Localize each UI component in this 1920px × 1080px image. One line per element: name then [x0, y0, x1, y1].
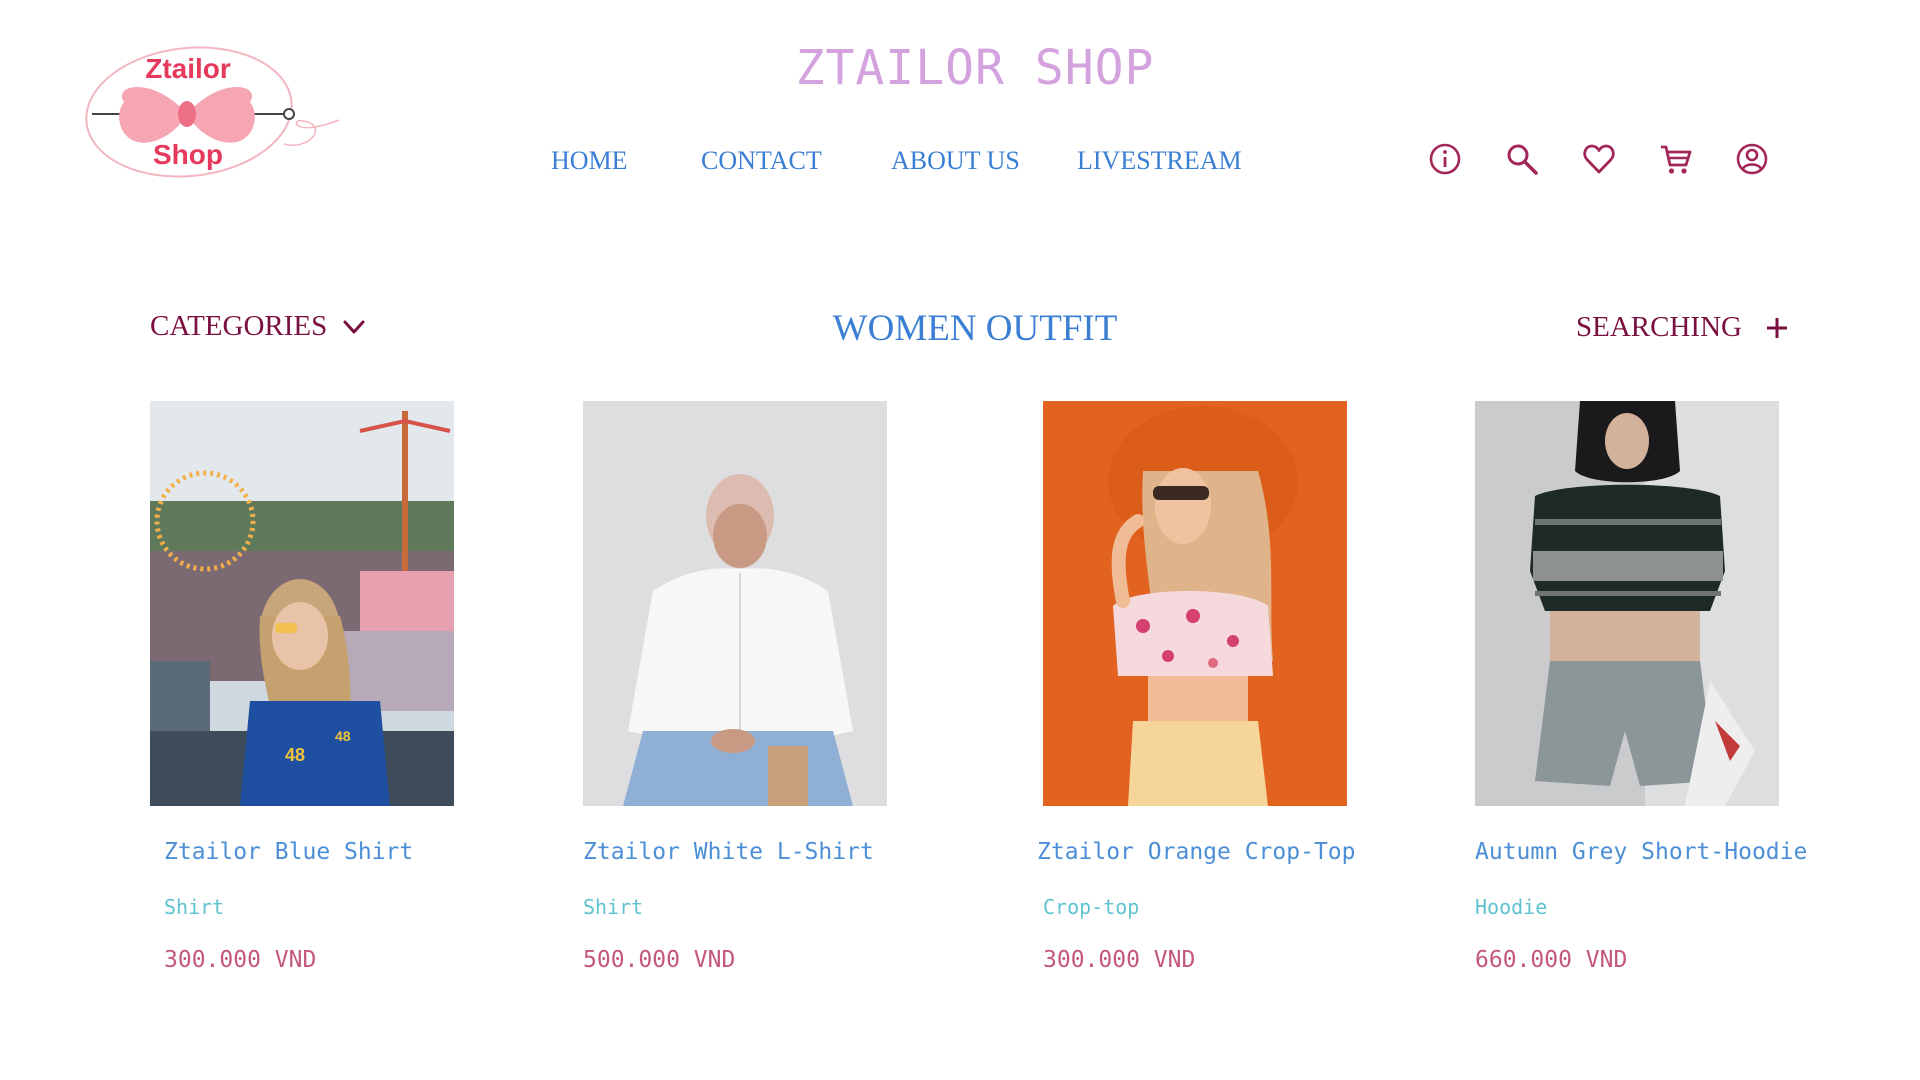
info-icon[interactable] [1427, 141, 1463, 177]
product-image[interactable]: 48 48 [150, 401, 454, 806]
searching-toggle[interactable]: SEARCHING [1576, 311, 1790, 344]
nav-livestream-link[interactable]: LIVESTREAM [1077, 146, 1242, 176]
plus-icon [1764, 315, 1790, 341]
search-icon[interactable] [1504, 141, 1540, 177]
svg-text:48: 48 [285, 745, 305, 765]
heart-icon[interactable] [1581, 141, 1617, 177]
product-name[interactable]: Ztailor Orange Crop-Top [1037, 839, 1356, 865]
product-price: 300.000 VND [1043, 947, 1196, 973]
product-name[interactable]: Ztailor Blue Shirt [164, 839, 413, 865]
searching-label: SEARCHING [1576, 311, 1742, 343]
product-card[interactable]: Autumn Grey Short-Hoodie Hoodie 660.000 … [1475, 401, 1825, 973]
nav-contact-link[interactable]: CONTACT [701, 146, 822, 176]
nav-home-link[interactable]: HOME [551, 146, 628, 176]
product-price: 500.000 VND [583, 947, 736, 973]
site-title: ZTAILOR SHOP [795, 40, 1155, 96]
nav-about-link[interactable]: ABOUT US [891, 146, 1020, 176]
product-card[interactable]: Ztailor Orange Crop-Top Crop-top 300.000… [1037, 401, 1393, 973]
product-price: 300.000 VND [164, 947, 317, 973]
product-image[interactable] [1475, 401, 1779, 806]
cart-icon[interactable] [1658, 141, 1694, 177]
product-category: Hoodie [1475, 895, 1548, 919]
product-image[interactable] [1043, 401, 1347, 806]
product-category: Shirt [164, 895, 225, 919]
main-nav: HOME CONTACT ABOUT US LIVESTREAM [0, 146, 1920, 180]
svg-text:48: 48 [335, 728, 351, 744]
product-price: 660.000 VND [1475, 947, 1628, 973]
product-card[interactable]: Ztailor White L-Shirt Shirt 500.000 VND [583, 401, 933, 973]
product-image[interactable] [583, 401, 887, 806]
product-category: Shirt [583, 895, 644, 919]
product-name[interactable]: Ztailor White L-Shirt [583, 839, 874, 865]
product-category: Crop-top [1043, 895, 1140, 919]
product-name[interactable]: Autumn Grey Short-Hoodie [1475, 839, 1807, 865]
product-card[interactable]: 48 48 Ztailor Blue Shirt Shirt 300.000 V… [150, 401, 500, 973]
user-icon[interactable] [1734, 141, 1770, 177]
